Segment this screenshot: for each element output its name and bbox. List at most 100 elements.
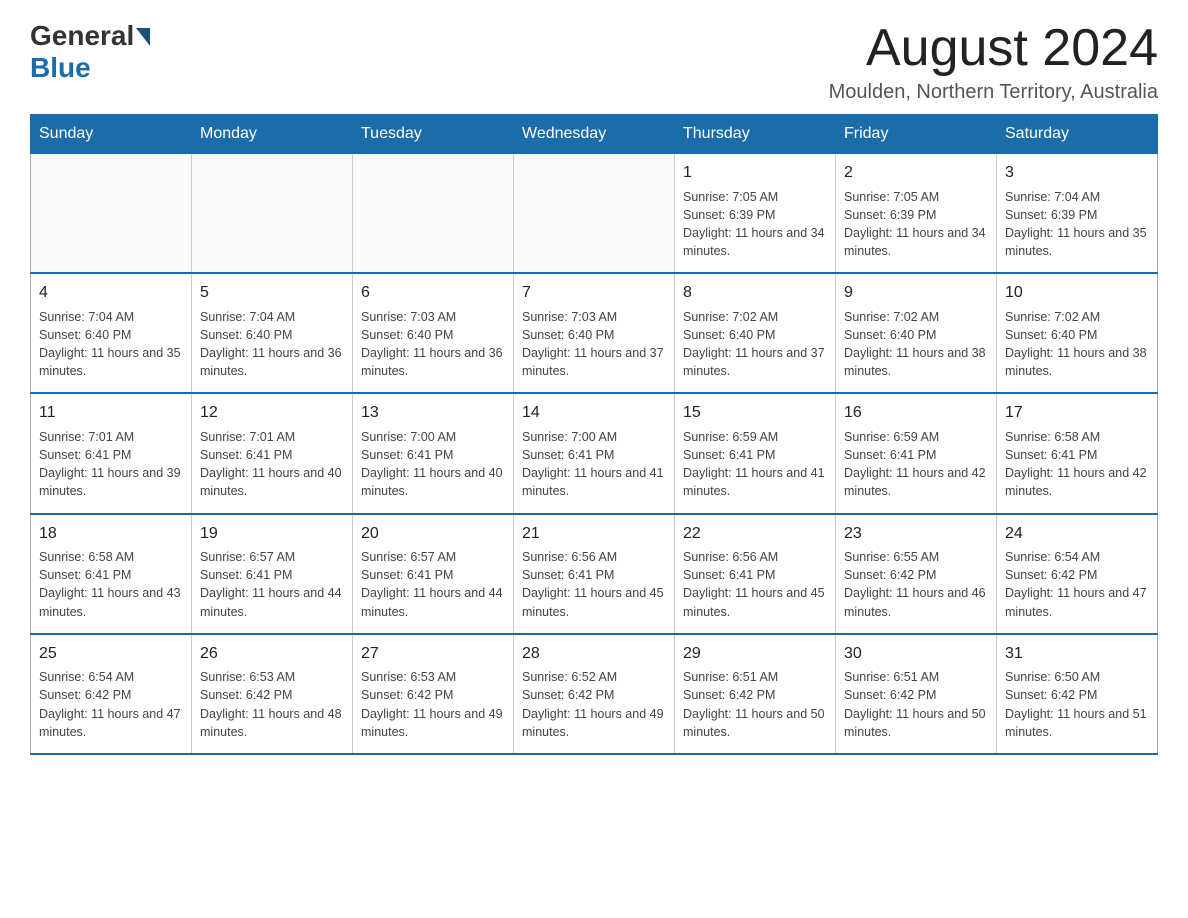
week-row-4: 18 Sunrise: 6:58 AMSunset: 6:41 PMDayligh…: [31, 514, 1158, 634]
day-number: 23: [844, 523, 988, 545]
day-info: Sunrise: 6:56 AMSunset: 6:41 PMDaylight:…: [522, 550, 664, 619]
page-header: General Blue August 2024 Moulden, Northe…: [30, 20, 1158, 104]
header-saturday: Saturday: [997, 115, 1158, 154]
day-cell: 5 Sunrise: 7:04 AMSunset: 6:40 PMDaylight…: [192, 273, 353, 393]
day-cell: 9 Sunrise: 7:02 AMSunset: 6:40 PMDaylight…: [836, 273, 997, 393]
day-number: 7: [522, 282, 666, 304]
day-cell: 2 Sunrise: 7:05 AMSunset: 6:39 PMDaylight…: [836, 154, 997, 274]
day-info: Sunrise: 6:55 AMSunset: 6:42 PMDaylight:…: [844, 550, 986, 619]
day-cell: 28 Sunrise: 6:52 AMSunset: 6:42 PMDayligh…: [514, 634, 675, 754]
day-cell: 1 Sunrise: 7:05 AMSunset: 6:39 PMDaylight…: [675, 154, 836, 274]
day-cell: 27 Sunrise: 6:53 AMSunset: 6:42 PMDayligh…: [353, 634, 514, 754]
day-cell: 24Sunrise: 6:54 AMSunset: 6:42 PMDayligh…: [997, 514, 1158, 634]
day-number: 1: [683, 162, 827, 184]
day-number: 29: [683, 643, 827, 665]
day-info: Sunrise: 6:58 AMSunset: 6:41 PMDaylight:…: [39, 550, 181, 619]
day-cell: 29 Sunrise: 6:51 AMSunset: 6:42 PMDayligh…: [675, 634, 836, 754]
day-cell: 16Sunrise: 6:59 AMSunset: 6:41 PMDayligh…: [836, 393, 997, 513]
day-cell: 21Sunrise: 6:56 AMSunset: 6:41 PMDayligh…: [514, 514, 675, 634]
day-cell: 11 Sunrise: 7:01 AMSunset: 6:41 PMDayligh…: [31, 393, 192, 513]
week-row-5: 25 Sunrise: 6:54 AMSunset: 6:42 PMDayligh…: [31, 634, 1158, 754]
day-cell: 7 Sunrise: 7:03 AMSunset: 6:40 PMDaylight…: [514, 273, 675, 393]
day-number: 22: [683, 523, 827, 545]
day-info: Sunrise: 6:51 AMSunset: 6:42 PMDaylight:…: [844, 670, 986, 739]
location-subtitle: Moulden, Northern Territory, Australia: [829, 81, 1158, 104]
day-info: Sunrise: 6:51 AMSunset: 6:42 PMDaylight:…: [683, 670, 825, 739]
day-info: Sunrise: 7:01 AMSunset: 6:41 PMDaylight:…: [39, 430, 181, 499]
logo-general-text: General: [30, 20, 134, 52]
header-tuesday: Tuesday: [353, 115, 514, 154]
day-info: Sunrise: 7:02 AMSunset: 6:40 PMDaylight:…: [683, 310, 825, 379]
day-info: Sunrise: 7:05 AMSunset: 6:39 PMDaylight:…: [844, 190, 986, 259]
day-cell: [31, 154, 192, 274]
day-info: Sunrise: 6:59 AMSunset: 6:41 PMDaylight:…: [844, 430, 986, 499]
day-info: Sunrise: 7:04 AMSunset: 6:40 PMDaylight:…: [200, 310, 342, 379]
day-info: Sunrise: 6:52 AMSunset: 6:42 PMDaylight:…: [522, 670, 664, 739]
day-cell: 6Sunrise: 7:03 AMSunset: 6:40 PMDaylight…: [353, 273, 514, 393]
day-cell: 13 Sunrise: 7:00 AMSunset: 6:41 PMDayligh…: [353, 393, 514, 513]
day-cell: 25 Sunrise: 6:54 AMSunset: 6:42 PMDayligh…: [31, 634, 192, 754]
day-cell: 19 Sunrise: 6:57 AMSunset: 6:41 PMDayligh…: [192, 514, 353, 634]
day-cell: [192, 154, 353, 274]
day-info: Sunrise: 7:03 AMSunset: 6:40 PMDaylight:…: [522, 310, 664, 379]
week-row-2: 4 Sunrise: 7:04 AMSunset: 6:40 PMDaylight…: [31, 273, 1158, 393]
day-number: 25: [39, 643, 183, 665]
day-number: 12: [200, 402, 344, 424]
day-cell: [514, 154, 675, 274]
day-number: 27: [361, 643, 505, 665]
day-number: 17: [1005, 402, 1149, 424]
day-cell: 20Sunrise: 6:57 AMSunset: 6:41 PMDayligh…: [353, 514, 514, 634]
title-block: August 2024 Moulden, Northern Territory,…: [829, 20, 1158, 104]
header-wednesday: Wednesday: [514, 115, 675, 154]
day-info: Sunrise: 7:00 AMSunset: 6:41 PMDaylight:…: [361, 430, 503, 499]
day-cell: 23 Sunrise: 6:55 AMSunset: 6:42 PMDayligh…: [836, 514, 997, 634]
day-number: 9: [844, 282, 988, 304]
day-number: 20: [361, 523, 505, 545]
day-number: 5: [200, 282, 344, 304]
week-row-3: 11 Sunrise: 7:01 AMSunset: 6:41 PMDayligh…: [31, 393, 1158, 513]
calendar-header-row: SundayMondayTuesdayWednesdayThursdayFrid…: [31, 115, 1158, 154]
day-number: 13: [361, 402, 505, 424]
day-info: Sunrise: 7:02 AMSunset: 6:40 PMDaylight:…: [844, 310, 986, 379]
day-number: 10: [1005, 282, 1149, 304]
day-info: Sunrise: 7:03 AMSunset: 6:40 PMDaylight:…: [361, 310, 503, 379]
day-number: 11: [39, 402, 183, 424]
day-cell: [353, 154, 514, 274]
header-friday: Friday: [836, 115, 997, 154]
day-info: Sunrise: 6:50 AMSunset: 6:42 PMDaylight:…: [1005, 670, 1147, 739]
day-number: 28: [522, 643, 666, 665]
day-number: 18: [39, 523, 183, 545]
day-info: Sunrise: 7:04 AMSunset: 6:40 PMDaylight:…: [39, 310, 181, 379]
day-cell: 14Sunrise: 7:00 AMSunset: 6:41 PMDayligh…: [514, 393, 675, 513]
day-cell: 30 Sunrise: 6:51 AMSunset: 6:42 PMDayligh…: [836, 634, 997, 754]
day-info: Sunrise: 6:54 AMSunset: 6:42 PMDaylight:…: [39, 670, 181, 739]
day-number: 4: [39, 282, 183, 304]
day-info: Sunrise: 7:05 AMSunset: 6:39 PMDaylight:…: [683, 190, 825, 259]
day-number: 24: [1005, 523, 1149, 545]
day-number: 19: [200, 523, 344, 545]
day-cell: 18 Sunrise: 6:58 AMSunset: 6:41 PMDayligh…: [31, 514, 192, 634]
day-info: Sunrise: 6:53 AMSunset: 6:42 PMDaylight:…: [200, 670, 342, 739]
day-cell: 10 Sunrise: 7:02 AMSunset: 6:40 PMDayligh…: [997, 273, 1158, 393]
day-info: Sunrise: 6:57 AMSunset: 6:41 PMDaylight:…: [200, 550, 342, 619]
logo: General Blue: [30, 20, 150, 84]
day-cell: 31Sunrise: 6:50 AMSunset: 6:42 PMDayligh…: [997, 634, 1158, 754]
day-number: 2: [844, 162, 988, 184]
day-info: Sunrise: 6:53 AMSunset: 6:42 PMDaylight:…: [361, 670, 503, 739]
day-info: Sunrise: 7:04 AMSunset: 6:39 PMDaylight:…: [1005, 190, 1147, 259]
day-cell: 12Sunrise: 7:01 AMSunset: 6:41 PMDayligh…: [192, 393, 353, 513]
day-number: 26: [200, 643, 344, 665]
logo-arrow-icon: [136, 28, 150, 46]
calendar-table: SundayMondayTuesdayWednesdayThursdayFrid…: [30, 114, 1158, 755]
day-number: 3: [1005, 162, 1149, 184]
day-cell: 17Sunrise: 6:58 AMSunset: 6:41 PMDayligh…: [997, 393, 1158, 513]
month-title: August 2024: [829, 20, 1158, 77]
day-cell: 3 Sunrise: 7:04 AMSunset: 6:39 PMDaylight…: [997, 154, 1158, 274]
header-thursday: Thursday: [675, 115, 836, 154]
day-cell: 22 Sunrise: 6:56 AMSunset: 6:41 PMDayligh…: [675, 514, 836, 634]
day-number: 30: [844, 643, 988, 665]
day-info: Sunrise: 6:56 AMSunset: 6:41 PMDaylight:…: [683, 550, 825, 619]
day-cell: 26 Sunrise: 6:53 AMSunset: 6:42 PMDayligh…: [192, 634, 353, 754]
day-info: Sunrise: 7:02 AMSunset: 6:40 PMDaylight:…: [1005, 310, 1147, 379]
day-cell: 15Sunrise: 6:59 AMSunset: 6:41 PMDayligh…: [675, 393, 836, 513]
